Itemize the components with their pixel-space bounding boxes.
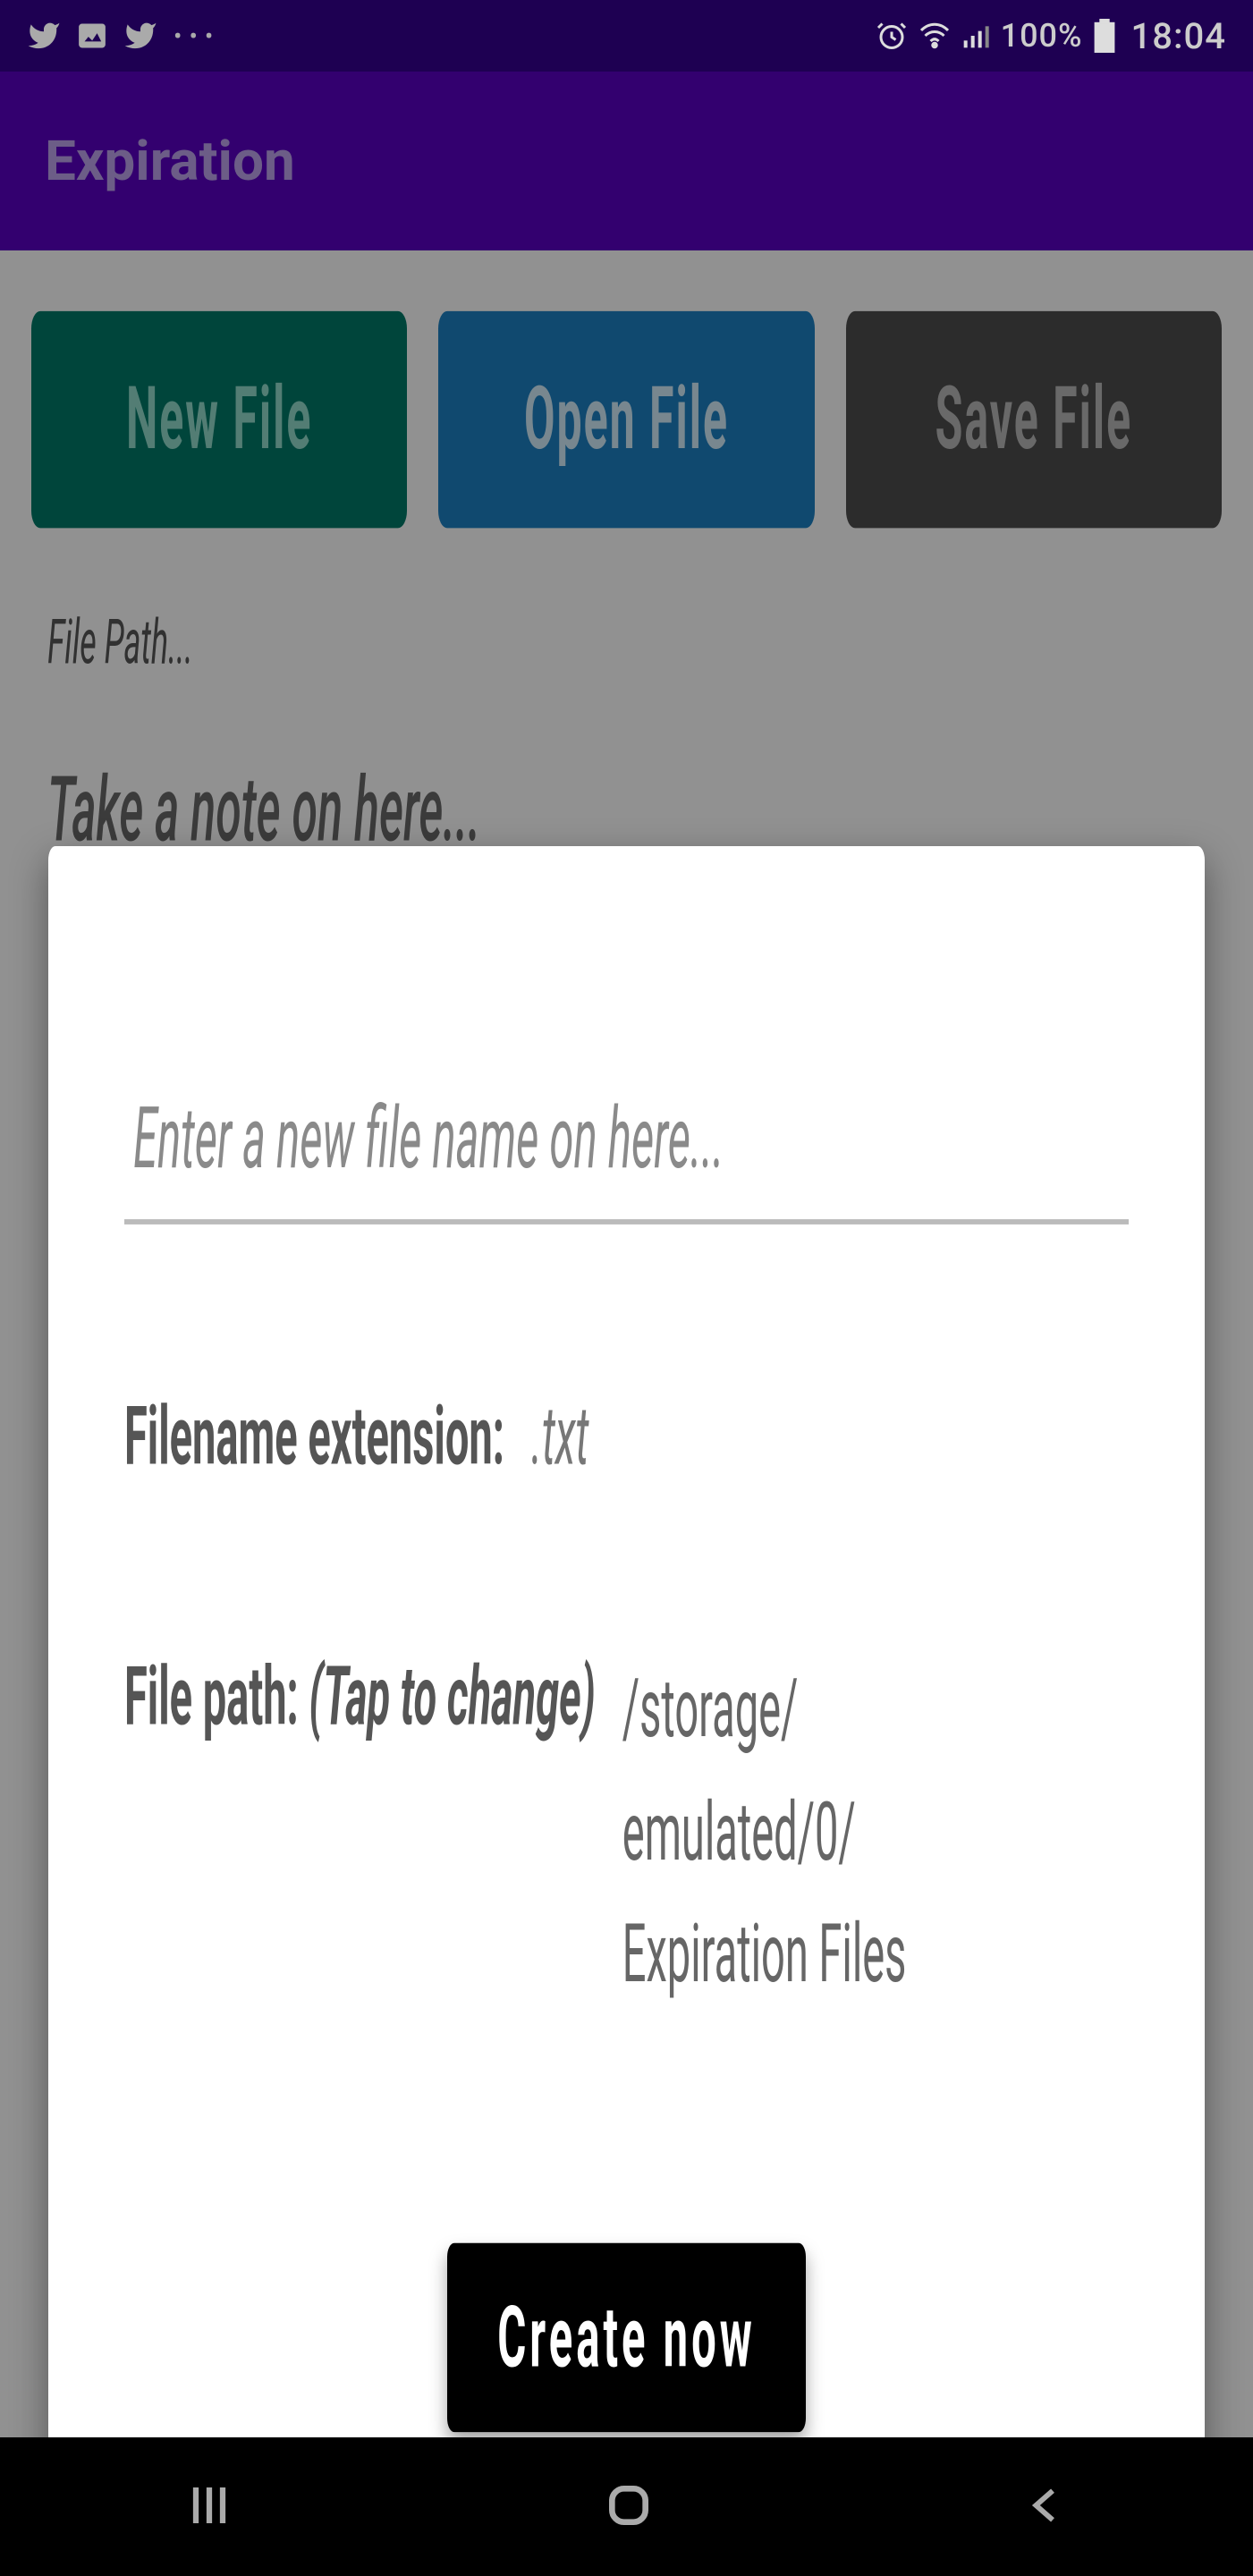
path-value[interactable]: /storage/ emulated/0/ Expiration Files [622,1649,1129,2016]
extension-label: Filename extension: [124,1389,504,1485]
battery-icon [1094,19,1115,53]
android-nav-bar [0,2437,1253,2576]
image-icon [77,21,107,51]
status-left: ••• [27,19,220,53]
alarm-icon [876,20,908,52]
path-hint: (Tap to change) [309,1649,595,1745]
filename-input[interactable] [124,1072,1129,1224]
status-right: 100% 18:04 [876,15,1226,57]
path-label: File path: [124,1649,299,1745]
twitter-icon [27,19,61,53]
file-path-label-group: File path: (Tap to change) [124,1649,596,1745]
create-file-dialog: Filename extension: .txt File path: (Tap… [48,846,1205,2576]
status-time: 18:04 [1131,15,1226,57]
wifi-icon [919,20,951,52]
file-path-row[interactable]: File path: (Tap to change) /storage/ emu… [124,1649,1129,2016]
recents-button[interactable] [182,2479,236,2536]
more-dots-icon: ••• [174,21,220,51]
home-button[interactable] [600,2477,657,2538]
signal-icon [961,21,990,50]
android-status-bar: ••• 100% 18:04 [0,0,1253,72]
twitter-icon-2 [123,19,157,53]
create-now-button[interactable]: Create now [447,2242,806,2431]
extension-value: .txt [531,1389,589,1485]
extension-row: Filename extension: .txt [124,1389,1129,1485]
back-button[interactable] [1021,2480,1071,2534]
battery-percent: 100% [1001,17,1083,55]
